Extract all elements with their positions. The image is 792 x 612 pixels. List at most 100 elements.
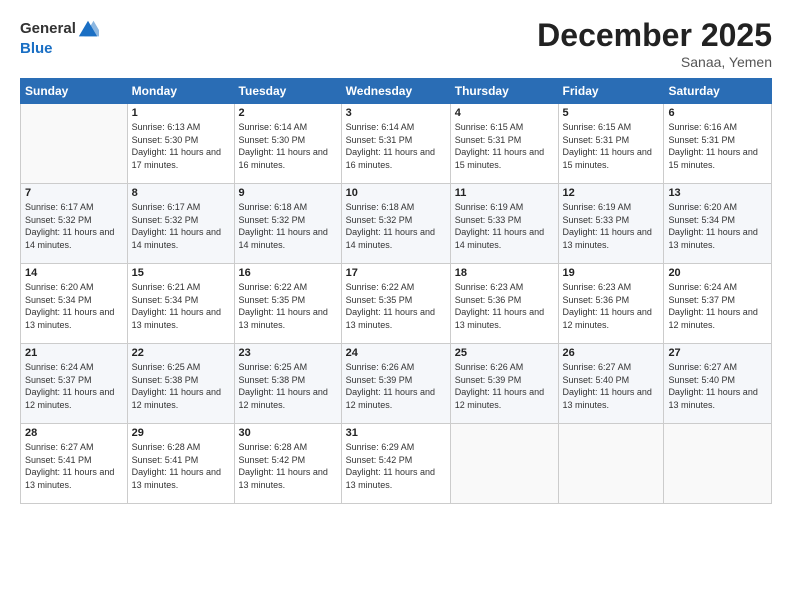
table-row: 28Sunrise: 6:27 AMSunset: 5:41 PMDayligh… bbox=[21, 424, 128, 504]
day-info: Sunrise: 6:25 AMSunset: 5:38 PMDaylight:… bbox=[239, 361, 337, 411]
header: General Blue December 2025 Sanaa, Yemen bbox=[20, 18, 772, 70]
table-row: 13 Sunrise: 6:20 AMSunset: 5:34 PMDayligh… bbox=[664, 184, 772, 264]
day-number: 6 bbox=[668, 107, 767, 119]
table-row: 2 Sunrise: 6:14 AMSunset: 5:30 PMDaylight… bbox=[234, 104, 341, 184]
day-info: Sunrise: 6:20 AMSunset: 5:34 PMDaylight:… bbox=[25, 281, 123, 331]
table-row: 3Sunrise: 6:14 AMSunset: 5:31 PMDaylight… bbox=[341, 104, 450, 184]
table-row bbox=[664, 424, 772, 504]
col-monday: Monday bbox=[127, 79, 234, 104]
day-info: Sunrise: 6:26 AMSunset: 5:39 PMDaylight:… bbox=[455, 361, 554, 411]
day-number: 17 bbox=[346, 267, 446, 279]
day-number: 31 bbox=[346, 427, 446, 439]
day-number: 15 bbox=[132, 267, 230, 279]
table-row: 4 Sunrise: 6:15 AMSunset: 5:31 PMDaylight… bbox=[450, 104, 558, 184]
day-number: 2 bbox=[239, 107, 337, 119]
table-row: 20 Sunrise: 6:24 AMSunset: 5:37 PMDayligh… bbox=[664, 264, 772, 344]
calendar-header-row: Sunday Monday Tuesday Wednesday Thursday… bbox=[21, 79, 772, 104]
day-info: Sunrise: 6:21 AMSunset: 5:34 PMDaylight:… bbox=[132, 281, 230, 331]
day-info: Sunrise: 6:22 AMSunset: 5:35 PMDaylight:… bbox=[346, 281, 446, 331]
day-info: Sunrise: 6:27 AMSunset: 5:40 PMDaylight:… bbox=[668, 361, 767, 411]
table-row bbox=[558, 424, 664, 504]
day-info: Sunrise: 6:18 AMSunset: 5:32 PMDaylight:… bbox=[239, 201, 337, 251]
day-number: 20 bbox=[668, 267, 767, 279]
calendar-week-row: 14 Sunrise: 6:20 AMSunset: 5:34 PMDayligh… bbox=[21, 264, 772, 344]
col-saturday: Saturday bbox=[664, 79, 772, 104]
day-info: Sunrise: 6:15 AMSunset: 5:31 PMDaylight:… bbox=[455, 121, 554, 171]
day-number: 12 bbox=[563, 187, 660, 199]
day-info: Sunrise: 6:27 AMSunset: 5:40 PMDaylight:… bbox=[563, 361, 660, 411]
table-row: 26 Sunrise: 6:27 AMSunset: 5:40 PMDayligh… bbox=[558, 344, 664, 424]
day-info: Sunrise: 6:24 AMSunset: 5:37 PMDaylight:… bbox=[25, 361, 123, 411]
day-number: 19 bbox=[563, 267, 660, 279]
day-info: Sunrise: 6:19 AMSunset: 5:33 PMDaylight:… bbox=[455, 201, 554, 251]
day-info: Sunrise: 6:17 AMSunset: 5:32 PMDaylight:… bbox=[132, 201, 230, 251]
table-row: 19 Sunrise: 6:23 AMSunset: 5:36 PMDayligh… bbox=[558, 264, 664, 344]
day-number: 27 bbox=[668, 347, 767, 359]
table-row: 15 Sunrise: 6:21 AMSunset: 5:34 PMDayligh… bbox=[127, 264, 234, 344]
table-row: 18Sunrise: 6:23 AMSunset: 5:36 PMDayligh… bbox=[450, 264, 558, 344]
table-row: 11Sunrise: 6:19 AMSunset: 5:33 PMDayligh… bbox=[450, 184, 558, 264]
day-number: 30 bbox=[239, 427, 337, 439]
logo: General Blue bbox=[20, 18, 99, 58]
day-info: Sunrise: 6:28 AMSunset: 5:41 PMDaylight:… bbox=[132, 441, 230, 491]
table-row: 23 Sunrise: 6:25 AMSunset: 5:38 PMDayligh… bbox=[234, 344, 341, 424]
logo-icon bbox=[77, 18, 99, 40]
table-row: 31Sunrise: 6:29 AMSunset: 5:42 PMDayligh… bbox=[341, 424, 450, 504]
month-title: December 2025 bbox=[537, 18, 772, 53]
table-row: 21 Sunrise: 6:24 AMSunset: 5:37 PMDayligh… bbox=[21, 344, 128, 424]
day-info: Sunrise: 6:23 AMSunset: 5:36 PMDaylight:… bbox=[563, 281, 660, 331]
table-row: 24Sunrise: 6:26 AMSunset: 5:39 PMDayligh… bbox=[341, 344, 450, 424]
day-number: 21 bbox=[25, 347, 123, 359]
day-info: Sunrise: 6:26 AMSunset: 5:39 PMDaylight:… bbox=[346, 361, 446, 411]
calendar-week-row: 21 Sunrise: 6:24 AMSunset: 5:37 PMDayligh… bbox=[21, 344, 772, 424]
col-friday: Friday bbox=[558, 79, 664, 104]
col-tuesday: Tuesday bbox=[234, 79, 341, 104]
day-info: Sunrise: 6:16 AMSunset: 5:31 PMDaylight:… bbox=[668, 121, 767, 171]
table-row: 12Sunrise: 6:19 AMSunset: 5:33 PMDayligh… bbox=[558, 184, 664, 264]
table-row: 5Sunrise: 6:15 AMSunset: 5:31 PMDaylight… bbox=[558, 104, 664, 184]
table-row: 30 Sunrise: 6:28 AMSunset: 5:42 PMDayligh… bbox=[234, 424, 341, 504]
day-number: 5 bbox=[563, 107, 660, 119]
day-number: 4 bbox=[455, 107, 554, 119]
day-number: 23 bbox=[239, 347, 337, 359]
table-row bbox=[21, 104, 128, 184]
day-number: 7 bbox=[25, 187, 123, 199]
day-number: 14 bbox=[25, 267, 123, 279]
day-number: 22 bbox=[132, 347, 230, 359]
title-section: December 2025 Sanaa, Yemen bbox=[537, 18, 772, 70]
day-number: 13 bbox=[668, 187, 767, 199]
calendar-table: Sunday Monday Tuesday Wednesday Thursday… bbox=[20, 78, 772, 504]
day-number: 1 bbox=[132, 107, 230, 119]
day-info: Sunrise: 6:20 AMSunset: 5:34 PMDaylight:… bbox=[668, 201, 767, 251]
calendar-week-row: 1 Sunrise: 6:13 AMSunset: 5:30 PMDaylight… bbox=[21, 104, 772, 184]
calendar-week-row: 28Sunrise: 6:27 AMSunset: 5:41 PMDayligh… bbox=[21, 424, 772, 504]
day-number: 29 bbox=[132, 427, 230, 439]
table-row: 25 Sunrise: 6:26 AMSunset: 5:39 PMDayligh… bbox=[450, 344, 558, 424]
table-row: 6 Sunrise: 6:16 AMSunset: 5:31 PMDaylight… bbox=[664, 104, 772, 184]
day-number: 10 bbox=[346, 187, 446, 199]
day-info: Sunrise: 6:18 AMSunset: 5:32 PMDaylight:… bbox=[346, 201, 446, 251]
day-number: 3 bbox=[346, 107, 446, 119]
table-row: 29 Sunrise: 6:28 AMSunset: 5:41 PMDayligh… bbox=[127, 424, 234, 504]
table-row bbox=[450, 424, 558, 504]
day-info: Sunrise: 6:24 AMSunset: 5:37 PMDaylight:… bbox=[668, 281, 767, 331]
day-info: Sunrise: 6:14 AMSunset: 5:30 PMDaylight:… bbox=[239, 121, 337, 171]
table-row: 10 Sunrise: 6:18 AMSunset: 5:32 PMDayligh… bbox=[341, 184, 450, 264]
table-row: 8 Sunrise: 6:17 AMSunset: 5:32 PMDaylight… bbox=[127, 184, 234, 264]
day-info: Sunrise: 6:13 AMSunset: 5:30 PMDaylight:… bbox=[132, 121, 230, 171]
day-number: 26 bbox=[563, 347, 660, 359]
day-number: 25 bbox=[455, 347, 554, 359]
table-row: 14 Sunrise: 6:20 AMSunset: 5:34 PMDayligh… bbox=[21, 264, 128, 344]
col-sunday: Sunday bbox=[21, 79, 128, 104]
day-number: 9 bbox=[239, 187, 337, 199]
day-info: Sunrise: 6:17 AMSunset: 5:32 PMDaylight:… bbox=[25, 201, 123, 251]
col-thursday: Thursday bbox=[450, 79, 558, 104]
table-row: 22Sunrise: 6:25 AMSunset: 5:38 PMDayligh… bbox=[127, 344, 234, 424]
table-row: 17 Sunrise: 6:22 AMSunset: 5:35 PMDayligh… bbox=[341, 264, 450, 344]
table-row: 7 Sunrise: 6:17 AMSunset: 5:32 PMDaylight… bbox=[21, 184, 128, 264]
day-info: Sunrise: 6:28 AMSunset: 5:42 PMDaylight:… bbox=[239, 441, 337, 491]
day-info: Sunrise: 6:22 AMSunset: 5:35 PMDaylight:… bbox=[239, 281, 337, 331]
col-wednesday: Wednesday bbox=[341, 79, 450, 104]
day-number: 8 bbox=[132, 187, 230, 199]
day-number: 28 bbox=[25, 427, 123, 439]
